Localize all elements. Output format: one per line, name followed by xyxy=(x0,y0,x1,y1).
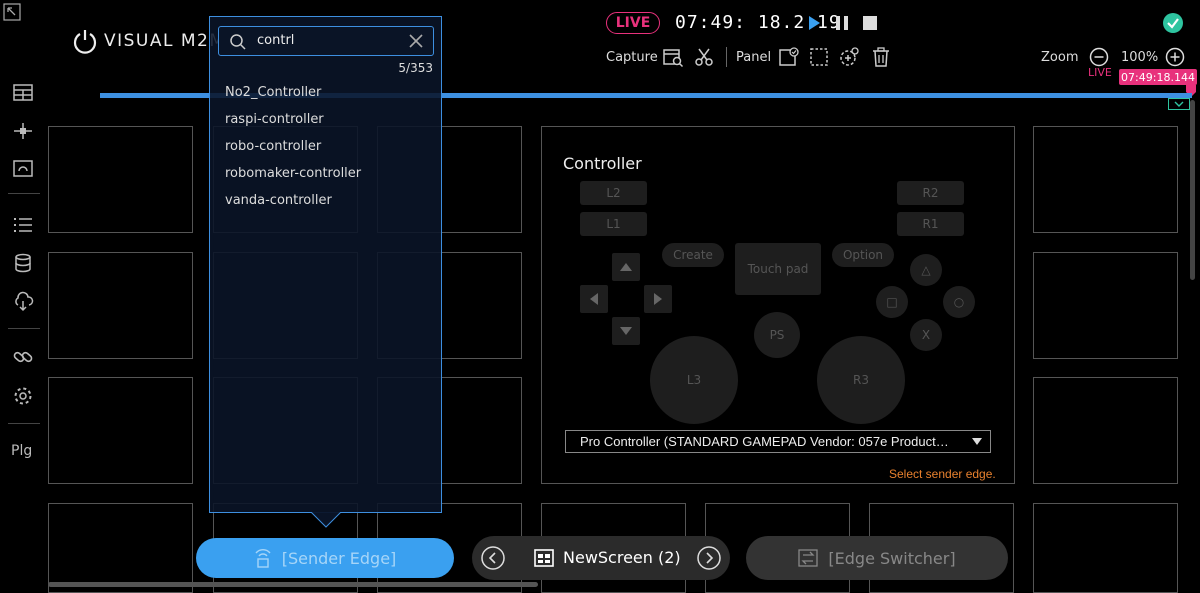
search-dropdown: contrl 5/353 No2_Controller raspi-contro… xyxy=(209,16,442,513)
power-icon xyxy=(73,30,97,54)
panel-title: Controller xyxy=(563,154,642,173)
pause-icon[interactable] xyxy=(834,15,850,31)
scissors-icon[interactable] xyxy=(693,46,715,68)
zoom-value: 100% xyxy=(1121,50,1159,65)
database-icon[interactable] xyxy=(12,252,34,274)
l1-button[interactable]: L1 xyxy=(580,212,647,236)
edge-switcher-button[interactable]: [Edge Switcher] xyxy=(746,536,1008,580)
switch-icon xyxy=(798,549,819,567)
node-icon[interactable] xyxy=(12,120,34,142)
search-result[interactable]: No2_Controller xyxy=(225,85,321,100)
expand-icon[interactable] xyxy=(3,3,21,21)
stop-icon[interactable] xyxy=(862,15,878,31)
l3-stick[interactable]: L3 xyxy=(650,336,738,424)
controller-panel: Controller L2 L1 R2 R1 Create Touch pad … xyxy=(541,126,1015,484)
dpad[interactable] xyxy=(578,251,674,347)
result-count: 5/353 xyxy=(398,61,433,75)
plugin-label[interactable]: Plg xyxy=(11,443,32,459)
ps-button[interactable]: PS xyxy=(754,312,800,358)
broadcast-icon xyxy=(254,548,272,568)
chevron-down-icon xyxy=(972,438,982,446)
logo-text: VISUAL M2M xyxy=(104,31,226,51)
app-logo: VISUAL M2M xyxy=(72,24,226,58)
device-select[interactable]: Pro Controller (STANDARD GAMEPAD Vendor:… xyxy=(565,430,991,453)
horizontal-scrollbar[interactable] xyxy=(48,582,538,587)
screen-cell[interactable] xyxy=(1033,377,1178,484)
screen-cell[interactable] xyxy=(1033,126,1178,233)
l2-button[interactable]: L2 xyxy=(580,181,647,205)
screen-cell[interactable] xyxy=(1033,252,1178,359)
search-result[interactable]: vanda-controller xyxy=(225,193,332,208)
gear-icon[interactable] xyxy=(12,385,34,407)
add-panel-icon[interactable] xyxy=(838,46,860,68)
touchpad-button[interactable]: Touch pad xyxy=(735,243,821,295)
status-ok-icon xyxy=(1162,12,1184,34)
circle-button[interactable]: ○ xyxy=(943,286,975,318)
search-icon xyxy=(229,33,247,51)
option-button[interactable]: Option xyxy=(832,243,894,267)
dashboard-icon[interactable] xyxy=(12,82,34,104)
sender-edge-button[interactable]: [Sender Edge] xyxy=(196,538,454,578)
timeline-live-label: LIVE xyxy=(1088,66,1112,79)
sender-edge-label: [Sender Edge] xyxy=(281,548,397,568)
search-query: contrl xyxy=(257,33,295,48)
play-icon[interactable] xyxy=(806,15,822,31)
screen-cell[interactable] xyxy=(1033,503,1178,593)
collapse-timeline-icon[interactable] xyxy=(1168,98,1190,110)
cloud-upload-icon[interactable] xyxy=(12,290,34,312)
sender-hint: Select sender edge. xyxy=(889,467,996,481)
screen-cell[interactable] xyxy=(48,252,193,359)
capture-label: Capture xyxy=(606,50,658,65)
close-icon[interactable] xyxy=(409,34,423,48)
cross-button[interactable]: X xyxy=(910,319,942,351)
device-select-value: Pro Controller (STANDARD GAMEPAD Vendor:… xyxy=(580,434,949,449)
edge-switcher-label: [Edge Switcher] xyxy=(828,548,956,568)
r3-stick[interactable]: R3 xyxy=(817,336,905,424)
search-result[interactable]: robo-controller xyxy=(225,139,321,154)
search-input[interactable]: contrl xyxy=(218,26,434,56)
calendar-search-icon[interactable] xyxy=(662,46,684,68)
search-result[interactable]: robomaker-controller xyxy=(225,166,361,181)
vertical-scrollbar[interactable] xyxy=(1190,100,1195,280)
screen-name[interactable]: NewScreen (2) xyxy=(563,548,681,567)
trash-icon[interactable] xyxy=(870,46,892,68)
screen-cell[interactable] xyxy=(48,503,193,593)
dropdown-pointer xyxy=(311,512,341,528)
next-screen-icon[interactable] xyxy=(697,546,721,570)
sidebar: Plg xyxy=(0,74,46,474)
triangle-button[interactable]: △ xyxy=(910,254,942,286)
screen-navigator: NewScreen (2) xyxy=(472,536,730,580)
panel-check-icon[interactable] xyxy=(778,46,800,68)
zoom-in-icon[interactable] xyxy=(1165,47,1185,67)
timeline-time-badge: 07:49:18.144 xyxy=(1119,69,1197,85)
zoom-out-icon[interactable] xyxy=(1089,47,1109,67)
screen-grid-icon xyxy=(534,549,554,567)
panel-label: Panel xyxy=(736,50,772,65)
r1-button[interactable]: R1 xyxy=(897,212,964,236)
select-area-icon[interactable] xyxy=(808,46,830,68)
screen-cell[interactable] xyxy=(48,377,193,484)
search-result[interactable]: raspi-controller xyxy=(225,112,324,127)
list-icon[interactable] xyxy=(12,214,34,236)
square-button[interactable]: □ xyxy=(876,286,908,318)
r2-button[interactable]: R2 xyxy=(897,181,964,205)
link-icon[interactable] xyxy=(12,346,34,368)
window-icon[interactable] xyxy=(12,158,34,180)
screen-cell[interactable] xyxy=(48,126,193,233)
live-badge[interactable]: LIVE xyxy=(606,12,660,34)
zoom-label: Zoom xyxy=(1041,50,1079,65)
prev-screen-icon[interactable] xyxy=(481,546,505,570)
